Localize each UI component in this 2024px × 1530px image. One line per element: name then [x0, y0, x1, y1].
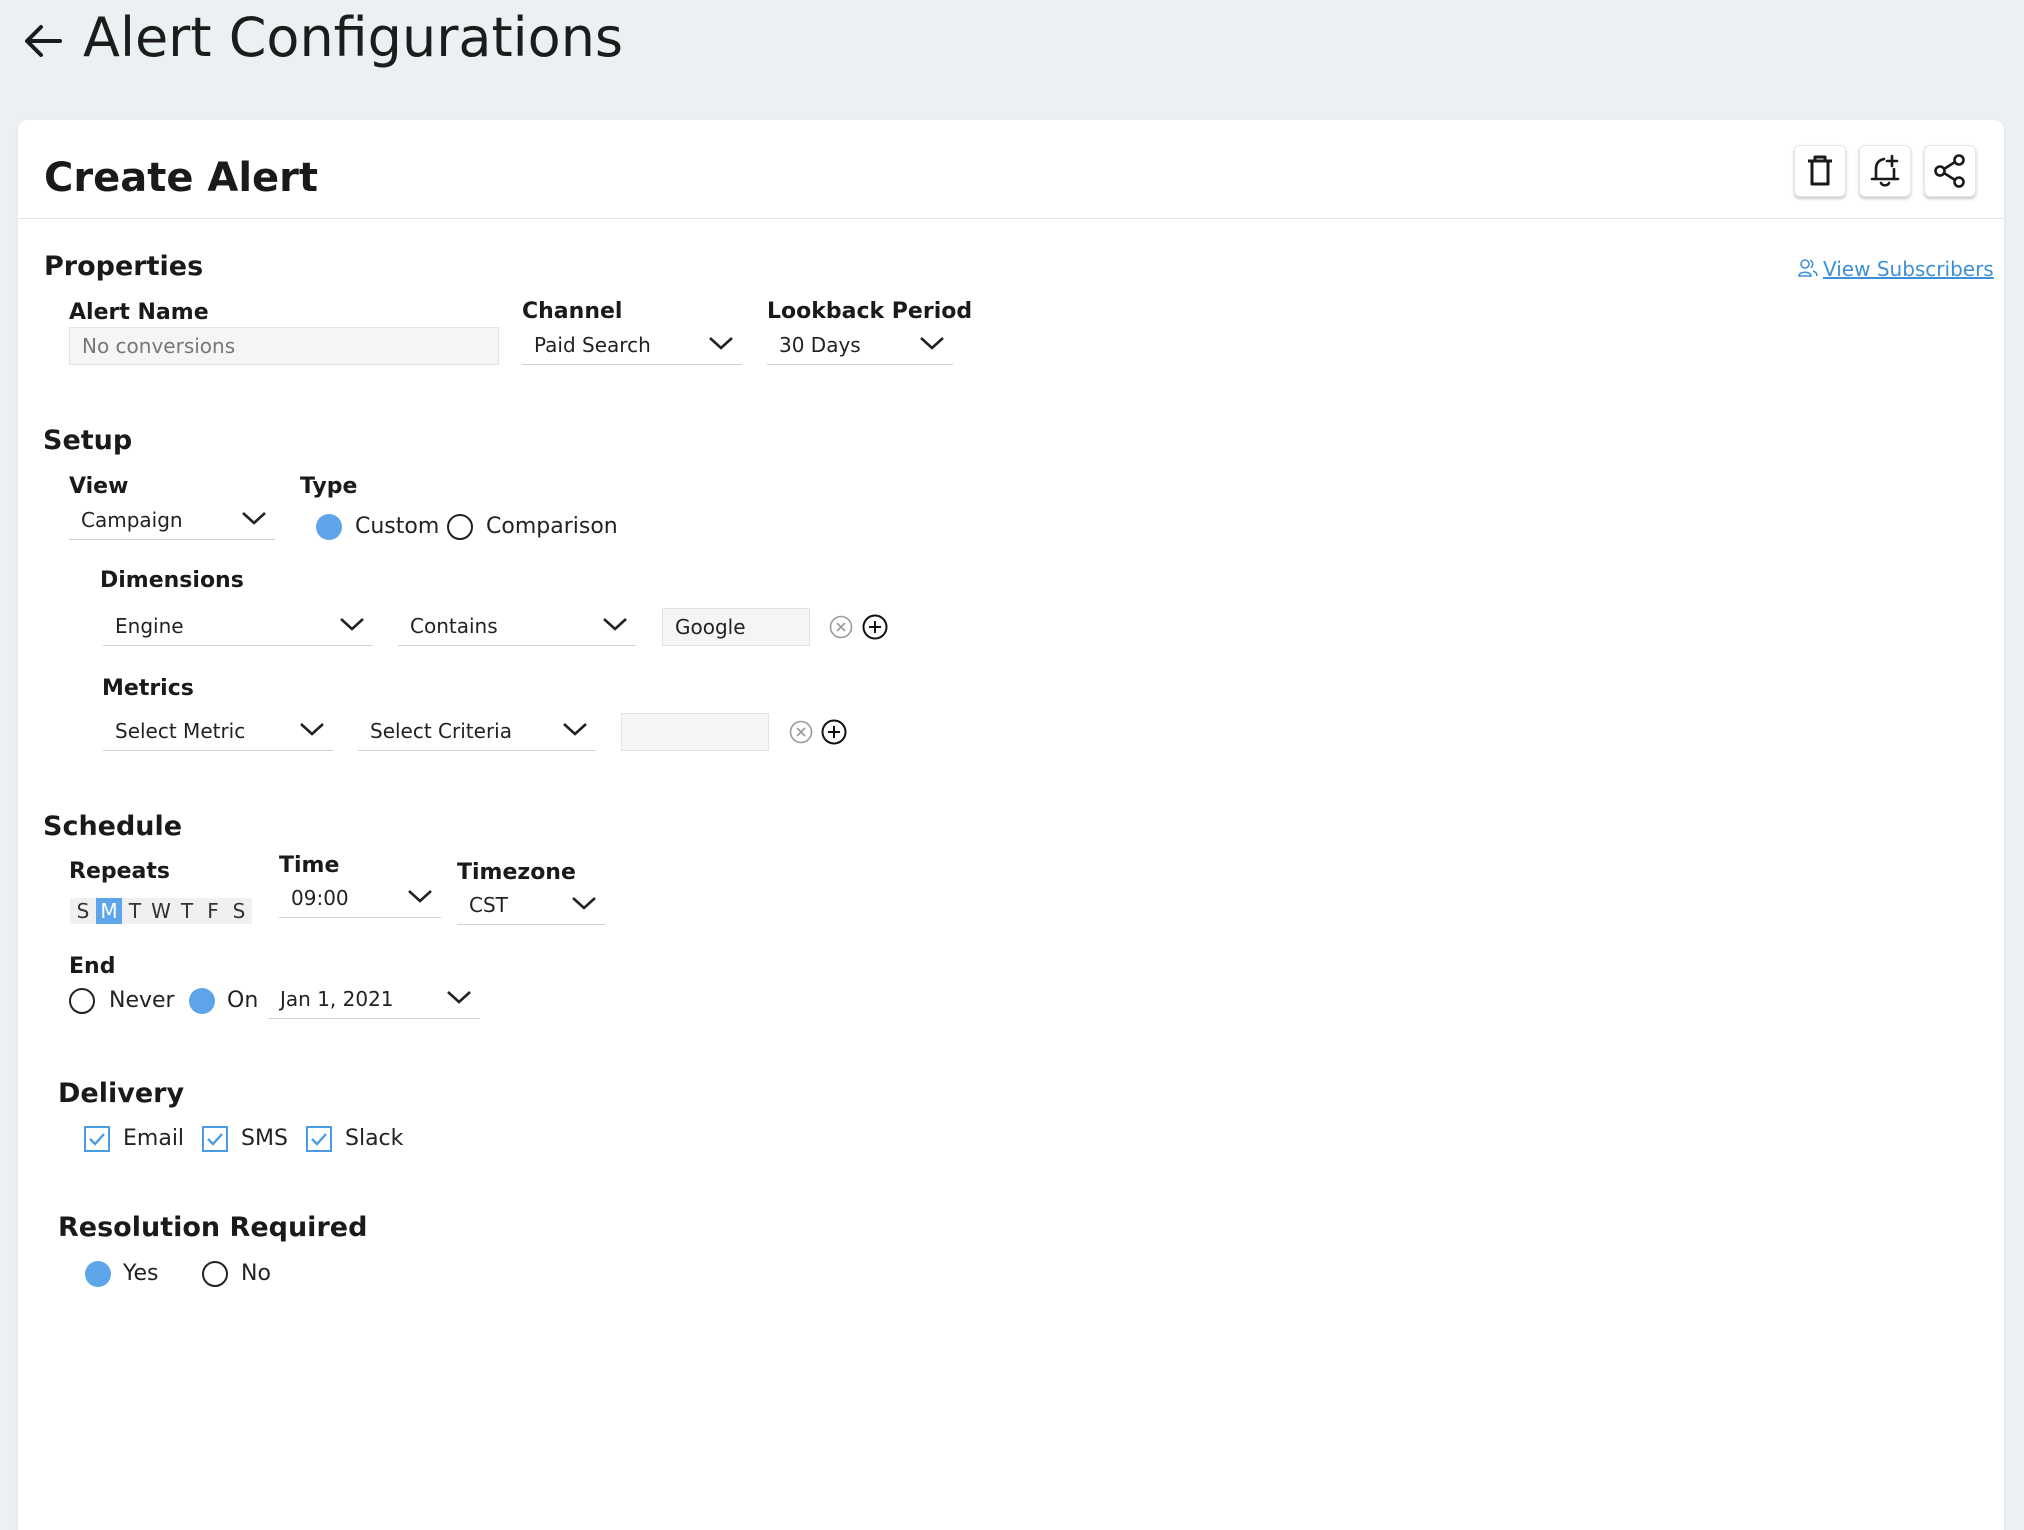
- repeats-label: Repeats: [69, 859, 170, 884]
- schedule-title: Schedule: [43, 811, 183, 842]
- metric-field-select[interactable]: Select Metric: [103, 713, 333, 751]
- chevron-down-icon: [242, 512, 266, 525]
- delivery-title: Delivery: [58, 1078, 185, 1109]
- end-label: End: [69, 954, 116, 979]
- remove-metric-icon[interactable]: [789, 720, 813, 744]
- day-saturday[interactable]: S: [226, 898, 252, 924]
- delivery-slack-checkbox[interactable]: [306, 1126, 332, 1152]
- add-metric-icon[interactable]: [821, 719, 847, 745]
- metrics-label: Metrics: [102, 676, 194, 701]
- dimension-field-value: Engine: [115, 614, 184, 638]
- check-icon: [89, 1133, 105, 1146]
- view-label: View: [69, 474, 129, 499]
- add-alert-button[interactable]: [1859, 145, 1911, 197]
- channel-select[interactable]: Paid Search: [522, 327, 742, 365]
- chevron-down-icon: [408, 890, 432, 903]
- dimension-operator-value: Contains: [410, 614, 498, 638]
- resolution-yes-label: Yes: [123, 1261, 159, 1286]
- day-tuesday[interactable]: T: [122, 898, 148, 924]
- repeats-day-picker: S M T W T F S: [70, 898, 252, 924]
- check-icon: [207, 1133, 223, 1146]
- view-subscribers-link[interactable]: View Subscribers: [1823, 255, 1994, 283]
- chevron-down-icon: [572, 897, 596, 910]
- dimension-field-select[interactable]: Engine: [103, 608, 373, 646]
- type-label: Type: [300, 474, 358, 499]
- metric-criteria-select[interactable]: Select Criteria: [358, 713, 596, 751]
- delivery-email-checkbox[interactable]: [84, 1126, 110, 1152]
- end-on-label: On: [227, 988, 259, 1013]
- end-date-value: Jan 1, 2021: [280, 987, 394, 1011]
- alert-name-input[interactable]: [69, 327, 499, 365]
- delivery-sms-label: SMS: [241, 1126, 288, 1151]
- delivery-sms-checkbox[interactable]: [202, 1126, 228, 1152]
- channel-label: Channel: [522, 299, 623, 324]
- trash-icon: [1808, 155, 1832, 186]
- lookback-label: Lookback Period: [767, 299, 973, 324]
- channel-value: Paid Search: [534, 333, 651, 357]
- end-date-select[interactable]: Jan 1, 2021: [268, 981, 480, 1019]
- type-custom-radio[interactable]: [316, 514, 342, 540]
- dimension-value-input[interactable]: [662, 608, 810, 646]
- back-arrow-icon[interactable]: [22, 20, 64, 62]
- day-thursday[interactable]: T: [174, 898, 200, 924]
- view-select[interactable]: Campaign: [69, 502, 275, 540]
- timezone-select[interactable]: CST: [457, 887, 605, 925]
- bell-plus-icon: [1870, 154, 1900, 187]
- view-value: Campaign: [81, 508, 183, 532]
- day-friday[interactable]: F: [200, 898, 226, 924]
- share-button[interactable]: [1924, 145, 1976, 197]
- add-dimension-icon[interactable]: [862, 614, 888, 640]
- timezone-value: CST: [469, 893, 508, 917]
- day-wednesday[interactable]: W: [148, 898, 174, 924]
- share-icon: [1934, 154, 1965, 188]
- dimension-operator-select[interactable]: Contains: [398, 608, 636, 646]
- users-icon: [1798, 257, 1818, 279]
- type-custom-label: Custom: [355, 514, 440, 539]
- card-title: Create Alert: [44, 155, 319, 201]
- time-label: Time: [279, 853, 340, 878]
- chevron-down-icon: [709, 337, 733, 350]
- chevron-down-icon: [447, 991, 471, 1004]
- day-sunday[interactable]: S: [70, 898, 96, 924]
- time-select[interactable]: 09:00: [279, 880, 441, 918]
- lookback-select[interactable]: 30 Days: [767, 327, 953, 365]
- delivery-email-label: Email: [123, 1126, 185, 1151]
- metric-value-input[interactable]: [621, 713, 769, 751]
- delete-button[interactable]: [1794, 145, 1846, 197]
- resolution-title: Resolution Required: [58, 1212, 368, 1243]
- chevron-down-icon: [300, 723, 324, 736]
- delivery-slack-label: Slack: [345, 1126, 404, 1151]
- chevron-down-icon: [563, 723, 587, 736]
- chevron-down-icon: [920, 337, 944, 350]
- page-title: Alert Configurations: [83, 6, 624, 69]
- resolution-no-label: No: [241, 1261, 271, 1286]
- chevron-down-icon: [340, 618, 364, 631]
- timezone-label: Timezone: [457, 860, 576, 885]
- type-comparison-radio[interactable]: [447, 514, 473, 540]
- setup-title: Setup: [43, 425, 133, 456]
- properties-title: Properties: [44, 251, 204, 282]
- type-comparison-label: Comparison: [486, 514, 618, 539]
- resolution-no-radio[interactable]: [202, 1261, 228, 1287]
- day-monday[interactable]: M: [96, 898, 122, 924]
- lookback-value: 30 Days: [779, 333, 861, 357]
- metric-criteria-value: Select Criteria: [370, 719, 512, 743]
- end-never-radio[interactable]: [69, 988, 95, 1014]
- time-value: 09:00: [291, 886, 349, 910]
- card-divider: [18, 218, 2004, 219]
- dimensions-label: Dimensions: [100, 568, 244, 593]
- remove-dimension-icon[interactable]: [829, 615, 853, 639]
- end-on-radio[interactable]: [189, 988, 215, 1014]
- end-never-label: Never: [109, 988, 175, 1013]
- alert-name-label: Alert Name: [69, 300, 209, 325]
- chevron-down-icon: [603, 618, 627, 631]
- resolution-yes-radio[interactable]: [85, 1261, 111, 1287]
- metric-field-value: Select Metric: [115, 719, 246, 743]
- check-icon: [311, 1133, 327, 1146]
